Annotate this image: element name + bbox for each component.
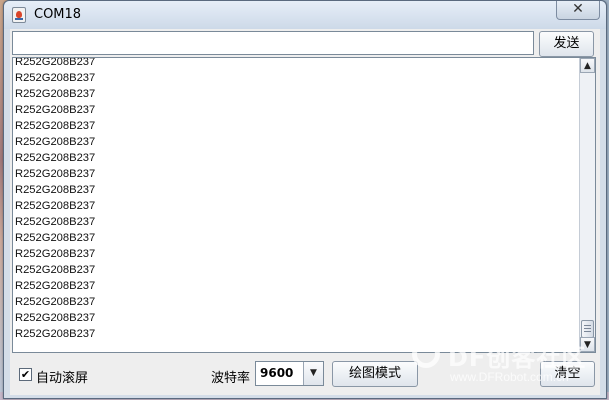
baud-rate-label: 波特率 [211, 371, 251, 386]
java-app-icon [12, 7, 26, 23]
output-line: R252G208B237 [15, 232, 96, 244]
clear-button[interactable]: 清空 [540, 361, 595, 387]
chevron-down-icon[interactable]: ▼ [303, 362, 323, 385]
vertical-scrollbar[interactable]: ▲ ▼ [579, 58, 595, 352]
output-line: R252G208B237 [15, 152, 96, 164]
title-bar[interactable]: COM18 ✕ [4, 1, 606, 29]
output-line: R252G208B237 [15, 280, 96, 292]
send-button[interactable]: 发送 [539, 31, 594, 57]
output-line: R252G208B237 [15, 72, 96, 84]
plot-mode-button[interactable]: 绘图模式 [332, 361, 418, 387]
output-line: R252G208B237 [15, 216, 96, 228]
output-line: R252G208B237 [15, 200, 96, 212]
output-lines: R252G208B237 R252G208B237 R252G208B237 R252… [15, 57, 96, 342]
output-line: R252G208B237 [15, 57, 96, 68]
output-line: R252G208B237 [15, 312, 96, 324]
output-line: R252G208B237 [15, 136, 96, 148]
output-line: R252G208B237 [15, 168, 96, 180]
output-line: R252G208B237 [15, 120, 96, 132]
output-line: R252G208B237 [15, 328, 96, 340]
serial-monitor-window: COM18 ✕ 发送 R252G208B237 R252G208B237 R252G… [3, 0, 607, 399]
autoscroll-checkbox[interactable]: ✔ [19, 368, 32, 381]
baud-rate-value: 9600 [260, 366, 294, 380]
output-line: R252G208B237 [15, 248, 96, 260]
close-button[interactable]: ✕ [556, 1, 600, 20]
close-icon: ✕ [572, 1, 584, 17]
output-line: R252G208B237 [15, 296, 96, 308]
send-input[interactable] [12, 31, 534, 55]
window-title: COM18 [34, 7, 82, 22]
baud-rate-select[interactable]: 9600 ▼ [255, 361, 324, 386]
scroll-down-arrow-icon[interactable]: ▼ [580, 337, 595, 352]
checkmark-icon: ✔ [20, 368, 31, 381]
scroll-up-arrow-icon[interactable]: ▲ [580, 58, 595, 73]
scroll-thumb[interactable] [581, 320, 594, 338]
serial-output[interactable]: R252G208B237 R252G208B237 R252G208B237 R252… [12, 57, 596, 353]
output-line: R252G208B237 [15, 104, 96, 116]
client-area: 发送 R252G208B237 R252G208B237 R252G208B237 R… [10, 29, 600, 395]
output-line: R252G208B237 [15, 264, 96, 276]
output-line: R252G208B237 [15, 88, 96, 100]
autoscroll-label: 自动滚屏 [36, 371, 89, 386]
output-line: R252G208B237 [15, 184, 96, 196]
